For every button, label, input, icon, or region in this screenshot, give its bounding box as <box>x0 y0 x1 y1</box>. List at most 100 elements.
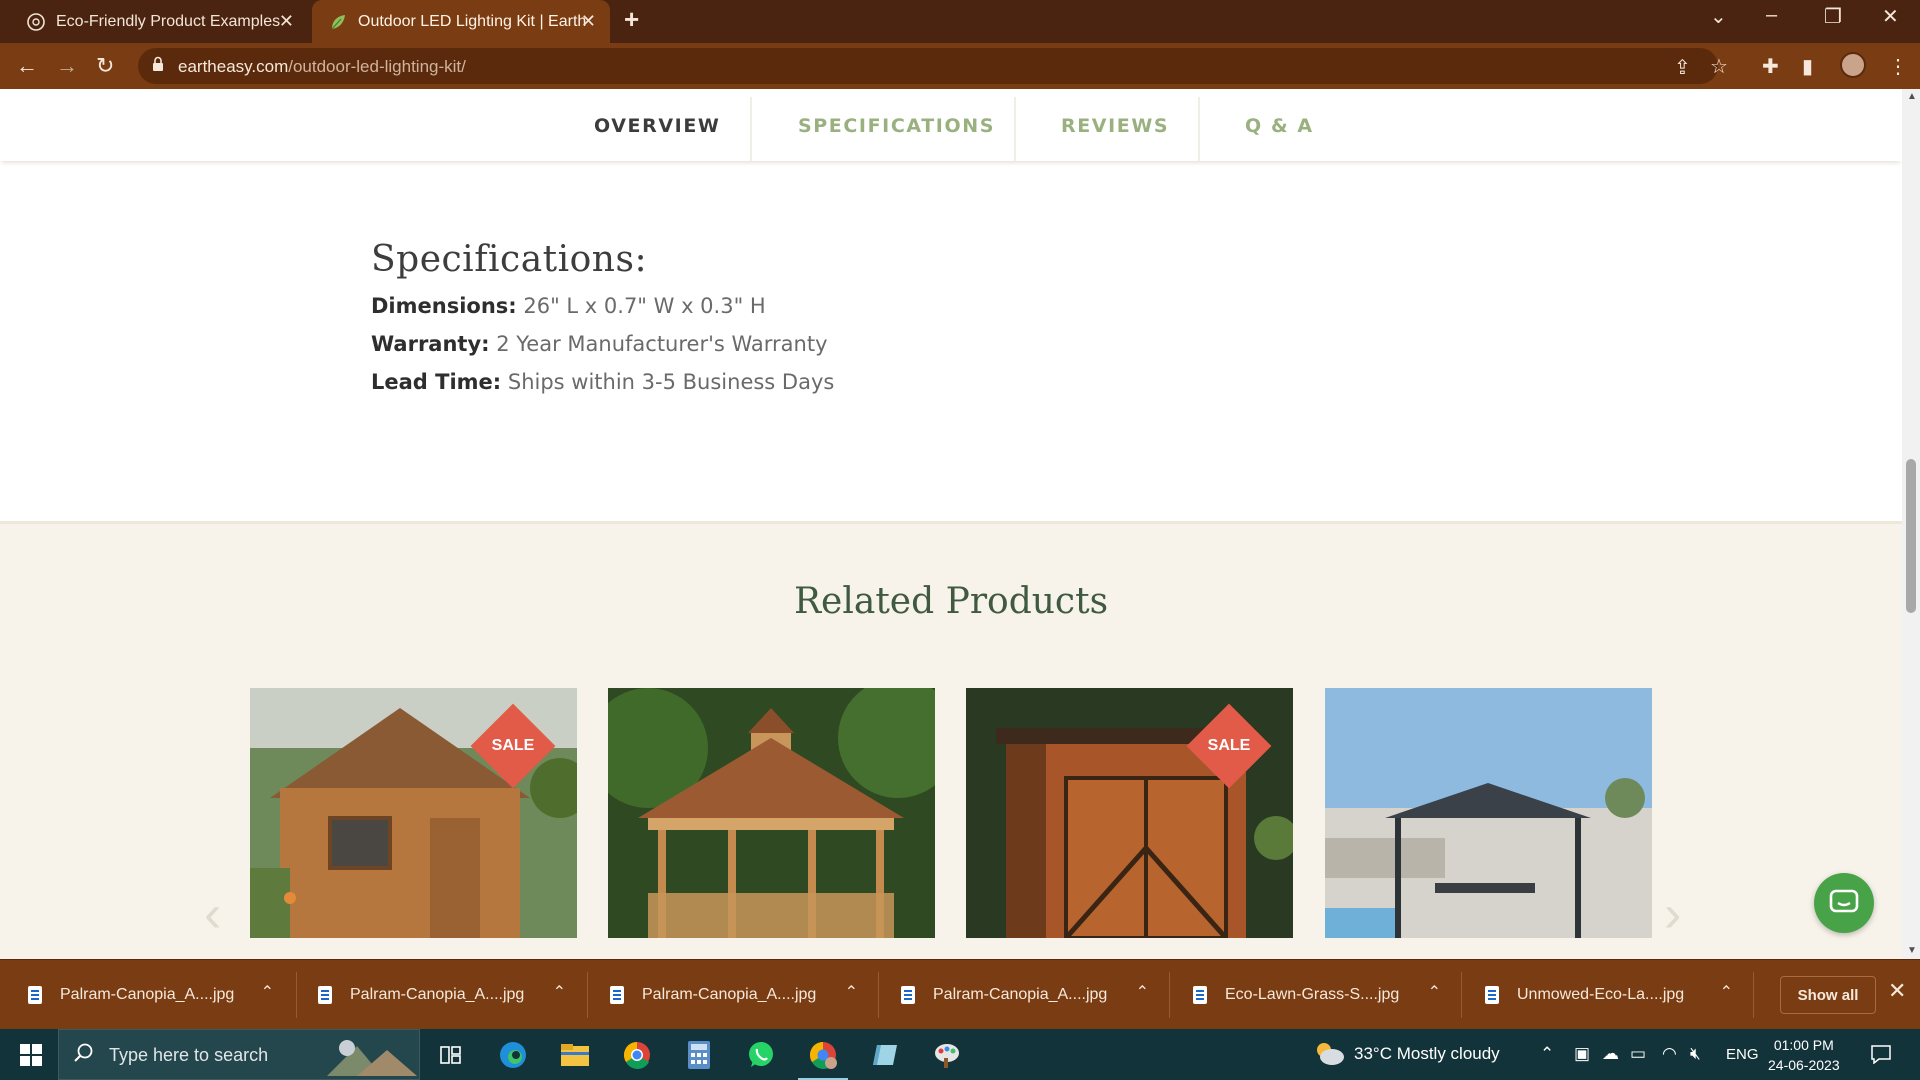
chrome-profile-active-icon[interactable] <box>798 1038 848 1080</box>
file-explorer-icon[interactable] <box>558 1038 592 1072</box>
download-options-chevron-icon[interactable]: ⌃ <box>845 982 858 1002</box>
page-scrollbar[interactable]: ▲ ▼ <box>1902 89 1920 959</box>
edge-browser-icon[interactable] <box>496 1038 530 1072</box>
url-path: /outdoor-led-lighting-kit/ <box>288 57 466 76</box>
device-icon[interactable]: ▣ <box>1574 1044 1590 1064</box>
restore-icon[interactable]: ❐ <box>1824 4 1842 29</box>
download-item[interactable]: Palram-Canopia_A....jpg ⌃ <box>901 960 1149 1030</box>
lock-icon[interactable] <box>152 56 164 77</box>
task-view-icon[interactable] <box>434 1038 468 1072</box>
download-divider <box>878 972 879 1018</box>
download-item[interactable]: Unmowed-Eco-La....jpg ⌃ <box>1485 960 1733 1030</box>
download-item[interactable]: Palram-Canopia_A....jpg ⌃ <box>610 960 858 1030</box>
search-highlight-illustration-icon <box>327 1040 417 1076</box>
image-file-icon <box>1193 986 1207 1004</box>
forward-icon[interactable]: → <box>56 53 78 79</box>
address-bar[interactable]: eartheasy.com/outdoor-led-lighting-kit/ … <box>138 48 1728 84</box>
download-options-chevron-icon[interactable]: ⌃ <box>1720 982 1733 1002</box>
tab-title: Eco-Friendly Product Examples <box>56 12 281 30</box>
leaf-favicon-icon <box>328 12 348 32</box>
battery-icon[interactable]: ▭ <box>1630 1044 1646 1064</box>
minimize-icon[interactable]: – <box>1766 4 1777 27</box>
nav-reviews[interactable]: REVIEWS <box>1061 115 1169 137</box>
download-options-chevron-icon[interactable]: ⌃ <box>1136 982 1149 1002</box>
download-shelf: Palram-Canopia_A....jpg ⌃ Palram-Canopia… <box>0 959 1920 1029</box>
close-download-shelf-icon[interactable]: ✕ <box>1888 978 1906 1004</box>
paint-app-icon[interactable] <box>930 1038 964 1072</box>
tab-outdoor-led-lighting-kit[interactable]: Outdoor LED Lighting Kit | Earthe ✕ <box>312 0 610 43</box>
carousel-prev-arrow-icon[interactable]: ‹ <box>204 884 221 944</box>
profile-avatar[interactable] <box>1840 52 1866 78</box>
download-options-chevron-icon[interactable]: ⌃ <box>553 982 566 1002</box>
weather-text[interactable]: 33°C Mostly cloudy <box>1354 1044 1500 1064</box>
spec-key: Warranty: <box>371 332 490 356</box>
scrollbar-thumb[interactable] <box>1906 459 1916 613</box>
download-divider <box>296 972 297 1018</box>
wooden-gazebo-photo <box>608 688 935 938</box>
download-options-chevron-icon[interactable]: ⌃ <box>1428 982 1441 1002</box>
url-text: eartheasy.com/outdoor-led-lighting-kit/ <box>178 57 466 77</box>
download-divider <box>1753 972 1754 1018</box>
scroll-up-arrow-icon[interactable]: ▲ <box>1907 91 1917 102</box>
download-filename: Palram-Canopia_A....jpg <box>60 986 235 1003</box>
related-product-card[interactable] <box>608 688 935 938</box>
new-tab-icon[interactable]: + <box>624 4 639 35</box>
download-filename: Unmowed-Eco-La....jpg <box>1517 986 1685 1003</box>
download-item[interactable]: Palram-Canopia_A....jpg ⌃ <box>318 960 566 1030</box>
show-hidden-icons-chevron-icon[interactable]: ⌃ <box>1540 1044 1554 1064</box>
nav-specifications[interactable]: SPECIFICATIONS <box>798 115 995 137</box>
related-product-card[interactable] <box>1325 688 1652 938</box>
related-product-card[interactable]: SALE <box>966 688 1293 938</box>
wifi-icon[interactable]: ◠ <box>1662 1044 1677 1064</box>
bookmark-star-icon[interactable]: ☆ <box>1710 54 1728 79</box>
sale-badge-label: SALE <box>1207 737 1251 754</box>
extensions-puzzle-icon[interactable]: ✚ <box>1762 54 1779 79</box>
download-divider <box>587 972 588 1018</box>
weather-cloud-icon[interactable] <box>1312 1040 1346 1071</box>
browser-menu-icon[interactable]: ⋮ <box>1888 54 1908 79</box>
carousel-next-arrow-icon[interactable]: › <box>1664 884 1681 944</box>
nav-divider <box>750 97 752 161</box>
taskbar-search-box[interactable]: Type here to search <box>58 1029 420 1080</box>
system-clock[interactable]: 01:00 PM 24-06-2023 <box>1768 1035 1840 1075</box>
nav-divider <box>1198 97 1200 161</box>
specifications-section: Specifications: Dimensions: 26" L x 0.7"… <box>371 239 834 398</box>
download-item[interactable]: Eco-Lawn-Grass-S....jpg ⌃ <box>1193 960 1441 1030</box>
download-item[interactable]: Palram-Canopia_A....jpg ⌃ <box>28 960 274 1030</box>
tab-search-chevron-icon[interactable]: ⌄ <box>1710 4 1727 29</box>
calculator-icon[interactable] <box>682 1038 716 1072</box>
windows-start-icon[interactable] <box>20 1044 42 1066</box>
side-panel-icon[interactable]: ▮ <box>1802 54 1813 79</box>
close-tab-icon[interactable]: ✕ <box>581 11 596 32</box>
live-chat-button[interactable] <box>1814 873 1874 933</box>
notes-app-icon[interactable] <box>868 1038 902 1072</box>
scroll-down-arrow-icon[interactable]: ▼ <box>1907 945 1917 956</box>
download-divider <box>1461 972 1462 1018</box>
whatsapp-icon[interactable] <box>744 1038 778 1072</box>
download-filename: Eco-Lawn-Grass-S....jpg <box>1225 986 1400 1003</box>
show-all-downloads-button[interactable]: Show all <box>1780 976 1876 1014</box>
search-icon <box>73 1042 95 1069</box>
spec-value: 2 Year Manufacturer's Warranty <box>496 332 828 356</box>
nav-q-and-a[interactable]: Q & A <box>1245 115 1314 137</box>
language-indicator[interactable]: ENG <box>1726 1046 1759 1063</box>
download-options-chevron-icon[interactable]: ⌃ <box>261 982 274 1002</box>
download-filename: Palram-Canopia_A....jpg <box>642 986 817 1003</box>
download-divider <box>1169 972 1170 1018</box>
onedrive-cloud-icon[interactable]: ☁ <box>1602 1044 1619 1064</box>
close-tab-icon[interactable]: ✕ <box>279 11 294 32</box>
nav-overview[interactable]: OVERVIEW <box>594 115 720 137</box>
back-icon[interactable]: ← <box>16 53 38 79</box>
chrome-icon[interactable] <box>620 1038 654 1072</box>
notifications-icon[interactable] <box>1870 1044 1892 1069</box>
image-file-icon <box>1485 986 1499 1004</box>
nav-divider <box>1014 97 1016 161</box>
spec-key: Dimensions: <box>371 294 517 318</box>
tab-eco-friendly-examples[interactable]: Eco-Friendly Product Examples ✕ <box>12 0 308 43</box>
related-product-card[interactable]: SALE <box>250 688 577 938</box>
window-close-icon[interactable]: ✕ <box>1882 4 1899 29</box>
reload-icon[interactable]: ↻ <box>96 53 114 79</box>
spec-value: Ships within 3-5 Business Days <box>507 370 835 394</box>
volume-muted-icon[interactable]: 🔇︎ <box>1690 1044 1701 1064</box>
share-icon[interactable]: ⇪ <box>1674 55 1691 80</box>
